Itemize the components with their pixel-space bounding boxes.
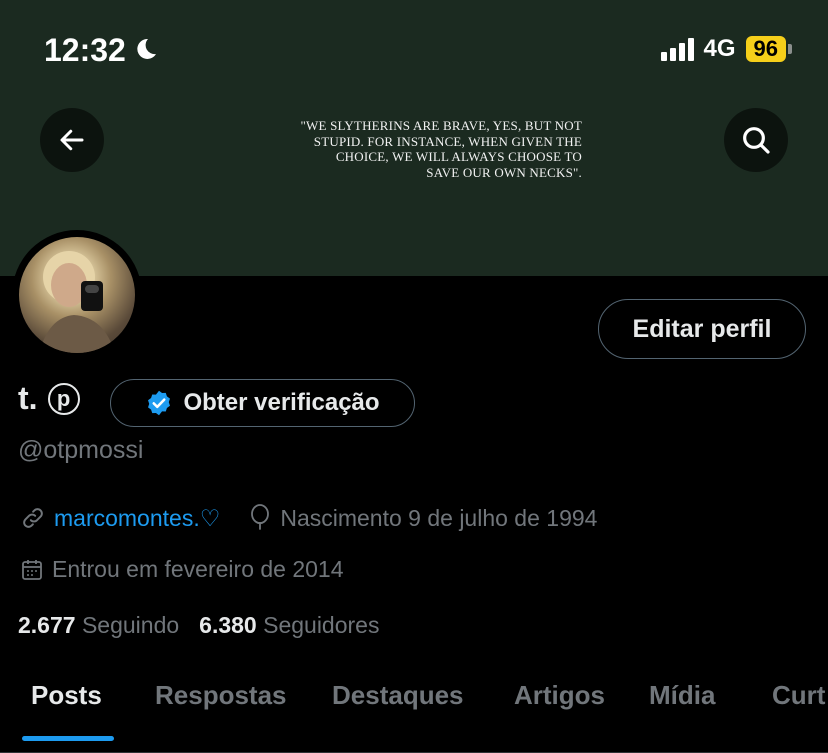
profile-meta-row: marcomontes.♡ Nascimento 9 de julho de 1… xyxy=(20,504,597,532)
battery-level: 96 xyxy=(745,36,786,62)
get-verified-button[interactable]: Obter verificação xyxy=(110,379,415,427)
balloon-icon xyxy=(251,504,270,530)
calendar-icon xyxy=(22,559,42,580)
get-verified-label: Obter verificação xyxy=(183,389,380,416)
joined-row: Entrou em fevereiro de 2014 xyxy=(20,556,344,583)
following-link[interactable]: 2.677 Seguindo xyxy=(18,612,179,639)
joined-item: Entrou em fevereiro de 2014 xyxy=(20,556,344,583)
name-badge: p xyxy=(47,382,80,415)
following-label: Seguindo xyxy=(81,612,180,638)
joined-date: Entrou em fevereiro de 2014 xyxy=(52,556,344,582)
avatar-photo xyxy=(39,251,115,353)
following-count: 2.677 xyxy=(18,612,76,638)
followers-count: 6.380 xyxy=(199,612,257,638)
followers-link[interactable]: 6.380 Seguidores xyxy=(199,612,379,639)
back-button[interactable] xyxy=(40,108,104,172)
network-type: 4G xyxy=(703,35,736,62)
display-name: t. xyxy=(18,380,38,416)
active-tab-indicator xyxy=(22,736,114,741)
tab-likes[interactable]: Curt xyxy=(772,680,825,711)
tab-posts[interactable]: Posts xyxy=(31,680,102,711)
status-indicators: 4G 96 xyxy=(660,35,792,63)
link-icon xyxy=(23,508,43,528)
banner-quote: "WE SLYTHERINS ARE BRAVE, YES, BUT NOT S… xyxy=(300,118,582,180)
display-name-row: t. p xyxy=(18,380,80,417)
clock: 12:32 xyxy=(44,32,126,68)
birth-date: Nascimento 9 de julho de 1994 xyxy=(280,504,598,531)
tab-replies[interactable]: Respostas xyxy=(155,680,287,711)
tab-media[interactable]: Mídia xyxy=(649,680,715,711)
search-icon xyxy=(743,127,770,154)
followers-label: Seguidores xyxy=(263,612,380,638)
tab-highlights[interactable]: Destaques xyxy=(332,680,464,711)
search-button[interactable] xyxy=(724,108,788,172)
battery-icon: 96 xyxy=(745,36,792,62)
website-link[interactable]: marcomontes.♡ xyxy=(54,505,220,532)
website-item: marcomontes.♡ xyxy=(20,505,220,532)
profile-tabs: Posts Respostas Destaques Artigos Mídia … xyxy=(0,680,828,753)
signal-icon xyxy=(660,37,694,61)
status-time: 12:32 xyxy=(44,32,158,69)
edit-profile-button[interactable]: Editar perfil xyxy=(598,299,806,359)
moon-icon xyxy=(134,32,158,69)
handle: @otpmossi xyxy=(18,436,144,464)
avatar[interactable] xyxy=(19,237,135,353)
tab-articles[interactable]: Artigos xyxy=(514,680,605,711)
birth-item: Nascimento 9 de julho de 1994 xyxy=(248,504,597,532)
follow-stats: 2.677 Seguindo 6.380 Seguidores xyxy=(18,612,379,639)
arrow-left-icon xyxy=(60,129,84,151)
verified-badge-icon xyxy=(148,390,171,416)
